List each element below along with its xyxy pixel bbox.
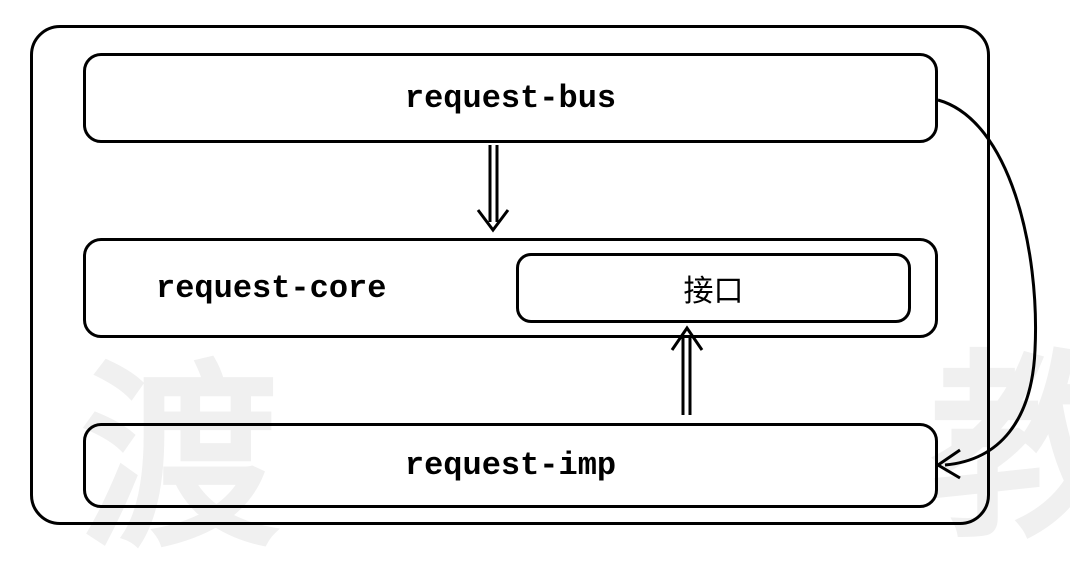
node-label: 接口 — [684, 266, 744, 310]
outer-container: request-bus request-core 接口 request-imp — [30, 25, 990, 525]
node-request-bus: request-bus — [83, 53, 938, 143]
node-label: request-bus — [405, 80, 616, 117]
node-request-imp: request-imp — [83, 423, 938, 508]
node-request-core: request-core 接口 — [83, 238, 938, 338]
node-label: request-imp — [405, 447, 616, 484]
node-interface: 接口 — [516, 253, 911, 323]
node-label: request-core — [156, 270, 386, 307]
